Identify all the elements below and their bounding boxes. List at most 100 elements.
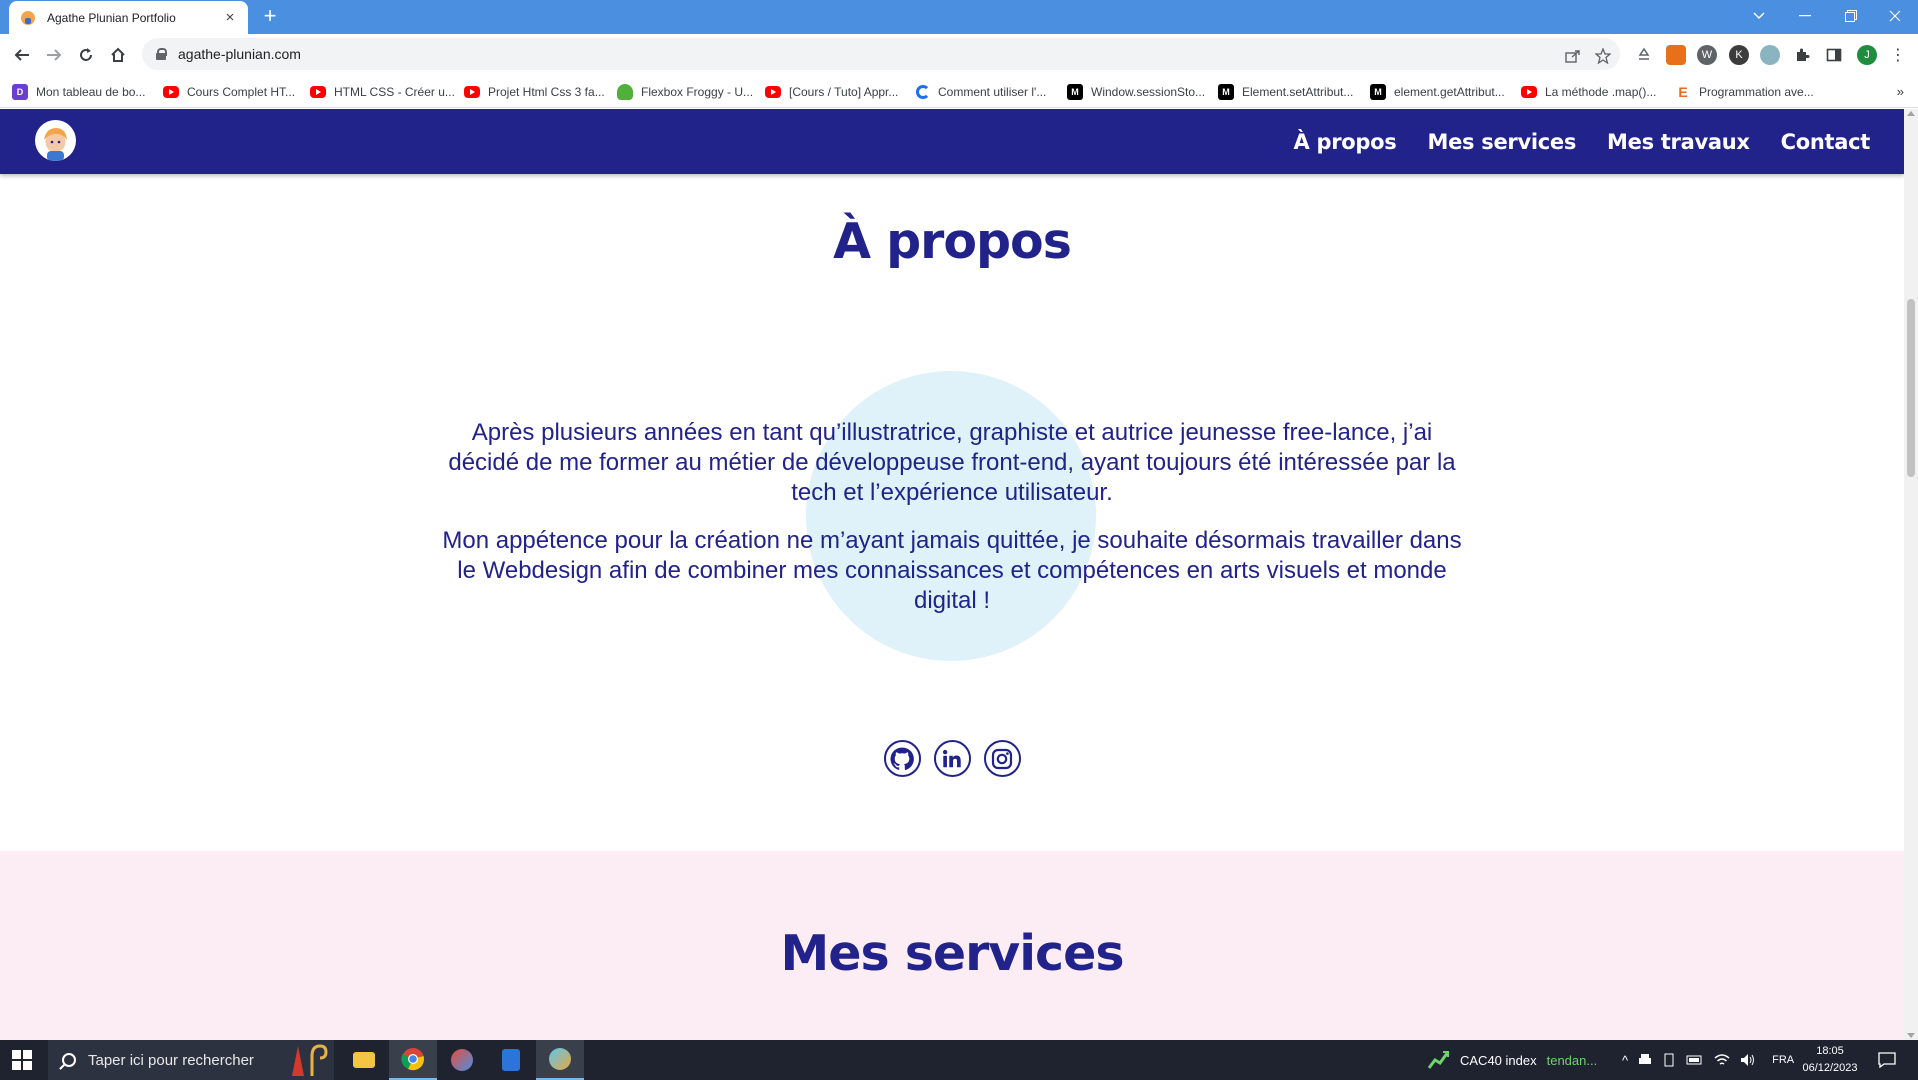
stock-chart-icon <box>1428 1051 1450 1069</box>
nav-link-services[interactable]: Mes services <box>1428 130 1577 154</box>
windows-start-button[interactable] <box>12 1050 32 1070</box>
side-panel-icon[interactable] <box>1824 45 1844 65</box>
bookmark-label: Projet Html Css 3 fa... <box>488 85 605 99</box>
notification-icon <box>1878 1052 1896 1068</box>
tab-strip: Agathe Plunian Portfolio × + <box>0 0 1918 34</box>
bookmark-favicon-icon: E <box>1678 84 1688 100</box>
instagram-link[interactable] <box>983 740 1021 777</box>
usb-icon[interactable] <box>1662 1053 1676 1067</box>
wordpress-extension-icon[interactable]: W <box>1697 45 1717 65</box>
site-logo[interactable] <box>35 120 76 161</box>
bookmark-item[interactable]: E Programmation ave... <box>1675 82 1814 102</box>
bookmark-label: Programmation ave... <box>1699 85 1814 99</box>
printer-icon[interactable] <box>1638 1053 1652 1067</box>
browser-menu-icon[interactable]: ⋮ <box>1888 45 1908 65</box>
taskbar-search-placeholder: Taper ici pour rechercher <box>88 1051 254 1069</box>
reload-button[interactable] <box>74 43 98 67</box>
bookmark-favicon-icon: D <box>12 84 28 100</box>
bookmark-item[interactable]: Projet Html Css 3 fa... <box>464 82 605 102</box>
bookmark-favicon-icon <box>1521 86 1537 98</box>
bookmark-item[interactable]: HTML CSS - Créer u... <box>310 82 455 102</box>
bookmarks-overflow-button[interactable]: » <box>1897 84 1904 99</box>
bookmark-label: Mon tableau de bo... <box>36 85 146 99</box>
calculator-icon <box>502 1049 520 1071</box>
taskbar-file-explorer[interactable] <box>340 1040 388 1080</box>
battery-icon[interactable] <box>1686 1054 1704 1066</box>
bookmark-label: Element.setAttribut... <box>1242 85 1354 99</box>
about-text: Après plusieurs années en tant qu’illust… <box>440 418 1464 616</box>
bookmark-star-icon[interactable] <box>1593 46 1613 66</box>
linkedin-link[interactable] <box>933 740 971 777</box>
palette-icon <box>451 1049 473 1071</box>
taskbar-paint[interactable] <box>438 1040 486 1080</box>
taskbar-paint-active[interactable] <box>536 1040 584 1080</box>
bookmark-favicon-icon: M <box>1218 84 1234 100</box>
recycle-extension-icon[interactable] <box>1634 45 1654 65</box>
bookmark-favicon-icon <box>765 86 781 98</box>
character-extension-icon[interactable] <box>1666 45 1686 65</box>
nav-link-about[interactable]: À propos <box>1294 130 1397 154</box>
search-icon <box>62 1053 76 1067</box>
bookmark-label: element.getAttribut... <box>1394 85 1505 99</box>
site-favicon-icon <box>21 10 35 25</box>
color-picker-extension-icon[interactable] <box>1760 45 1780 65</box>
bookmark-item[interactable]: D Mon tableau de bo... <box>12 82 145 102</box>
taskbar-chrome[interactable] <box>389 1040 437 1080</box>
scroll-down-icon[interactable] <box>1907 1033 1915 1038</box>
scrollbar-thumb[interactable] <box>1907 299 1915 477</box>
share-icon[interactable] <box>1563 46 1583 66</box>
home-button[interactable] <box>106 43 130 67</box>
volume-icon[interactable] <box>1740 1053 1756 1067</box>
stock-widget[interactable]: CAC40 index tendan... <box>1428 1040 1597 1080</box>
taskbar-calculator[interactable] <box>487 1040 535 1080</box>
scroll-up-icon[interactable] <box>1907 111 1915 116</box>
browser-toolbar: agathe-plunian.com W K J ⋮ <box>0 34 1918 76</box>
new-tab-button[interactable]: + <box>258 5 282 29</box>
url-text[interactable]: agathe-plunian.com <box>178 46 1620 62</box>
about-paragraph: Mon appétence pour la création ne m’ayan… <box>442 527 1462 614</box>
bookmark-item[interactable]: Melement.getAttribut... <box>1370 82 1505 102</box>
extensions-puzzle-icon[interactable] <box>1792 45 1812 65</box>
back-button[interactable] <box>10 43 34 67</box>
nav-link-contact[interactable]: Contact <box>1781 130 1871 154</box>
bookmark-favicon-icon <box>916 85 930 99</box>
page-scrollbar[interactable] <box>1904 109 1918 1040</box>
bookmarks-bar: D Mon tableau de bo... Cours Complet HT...… <box>0 76 1918 108</box>
bookmark-label: HTML CSS - Créer u... <box>334 85 455 99</box>
bookmark-favicon-icon <box>464 86 480 98</box>
bookmark-item[interactable]: [Cours / Tuto] Appr... <box>765 82 898 102</box>
show-hidden-icons-icon[interactable]: ^ <box>1622 1053 1628 1068</box>
restore-button[interactable] <box>1828 0 1874 32</box>
bookmark-item[interactable]: La méthode .map()... <box>1521 82 1656 102</box>
notification-button[interactable] <box>1878 1040 1896 1080</box>
tab-title: Agathe Plunian Portfolio <box>47 10 176 25</box>
profile-avatar[interactable]: J <box>1857 45 1877 65</box>
bookmark-favicon-icon: M <box>1067 84 1083 100</box>
bookmark-label: La méthode .map()... <box>1545 85 1657 99</box>
about-title: À propos <box>833 213 1072 270</box>
instagram-icon <box>991 748 1013 769</box>
tab-close-button[interactable]: × <box>222 9 238 26</box>
bookmark-favicon-icon <box>310 86 326 98</box>
browser-tab[interactable]: Agathe Plunian Portfolio × <box>9 1 248 34</box>
bookmark-item[interactable]: M Element.setAttribut... <box>1218 82 1353 102</box>
site-nav: À propos Mes services Mes travaux Contac… <box>1294 109 1871 174</box>
wifi-icon[interactable] <box>1714 1053 1730 1067</box>
bookmark-item[interactable]: M Window.sessionSto... <box>1067 82 1205 102</box>
tab-search-button[interactable] <box>1736 0 1782 32</box>
bookmark-item[interactable]: Cours Complet HT... <box>163 82 295 102</box>
close-window-button[interactable] <box>1872 0 1918 32</box>
nav-link-works[interactable]: Mes travaux <box>1607 130 1750 154</box>
taskbar-search[interactable]: Taper ici pour rechercher <box>48 1040 334 1080</box>
address-bar[interactable]: agathe-plunian.com <box>142 38 1620 70</box>
bookmark-item[interactable]: Comment utiliser l'... <box>916 82 1046 102</box>
bookmark-item[interactable]: Flexbox Froggy - U... <box>617 82 753 102</box>
clock-date: 06/12/2023 <box>1802 1062 1858 1074</box>
minimize-button[interactable] <box>1782 0 1828 32</box>
system-clock[interactable]: 18:05 06/12/2023 <box>1790 1043 1870 1077</box>
forward-button[interactable] <box>42 43 66 67</box>
github-link[interactable] <box>883 740 921 777</box>
k-extension-icon[interactable]: K <box>1729 45 1749 65</box>
chrome-icon <box>401 1048 424 1071</box>
bookmark-favicon-icon <box>163 86 179 98</box>
